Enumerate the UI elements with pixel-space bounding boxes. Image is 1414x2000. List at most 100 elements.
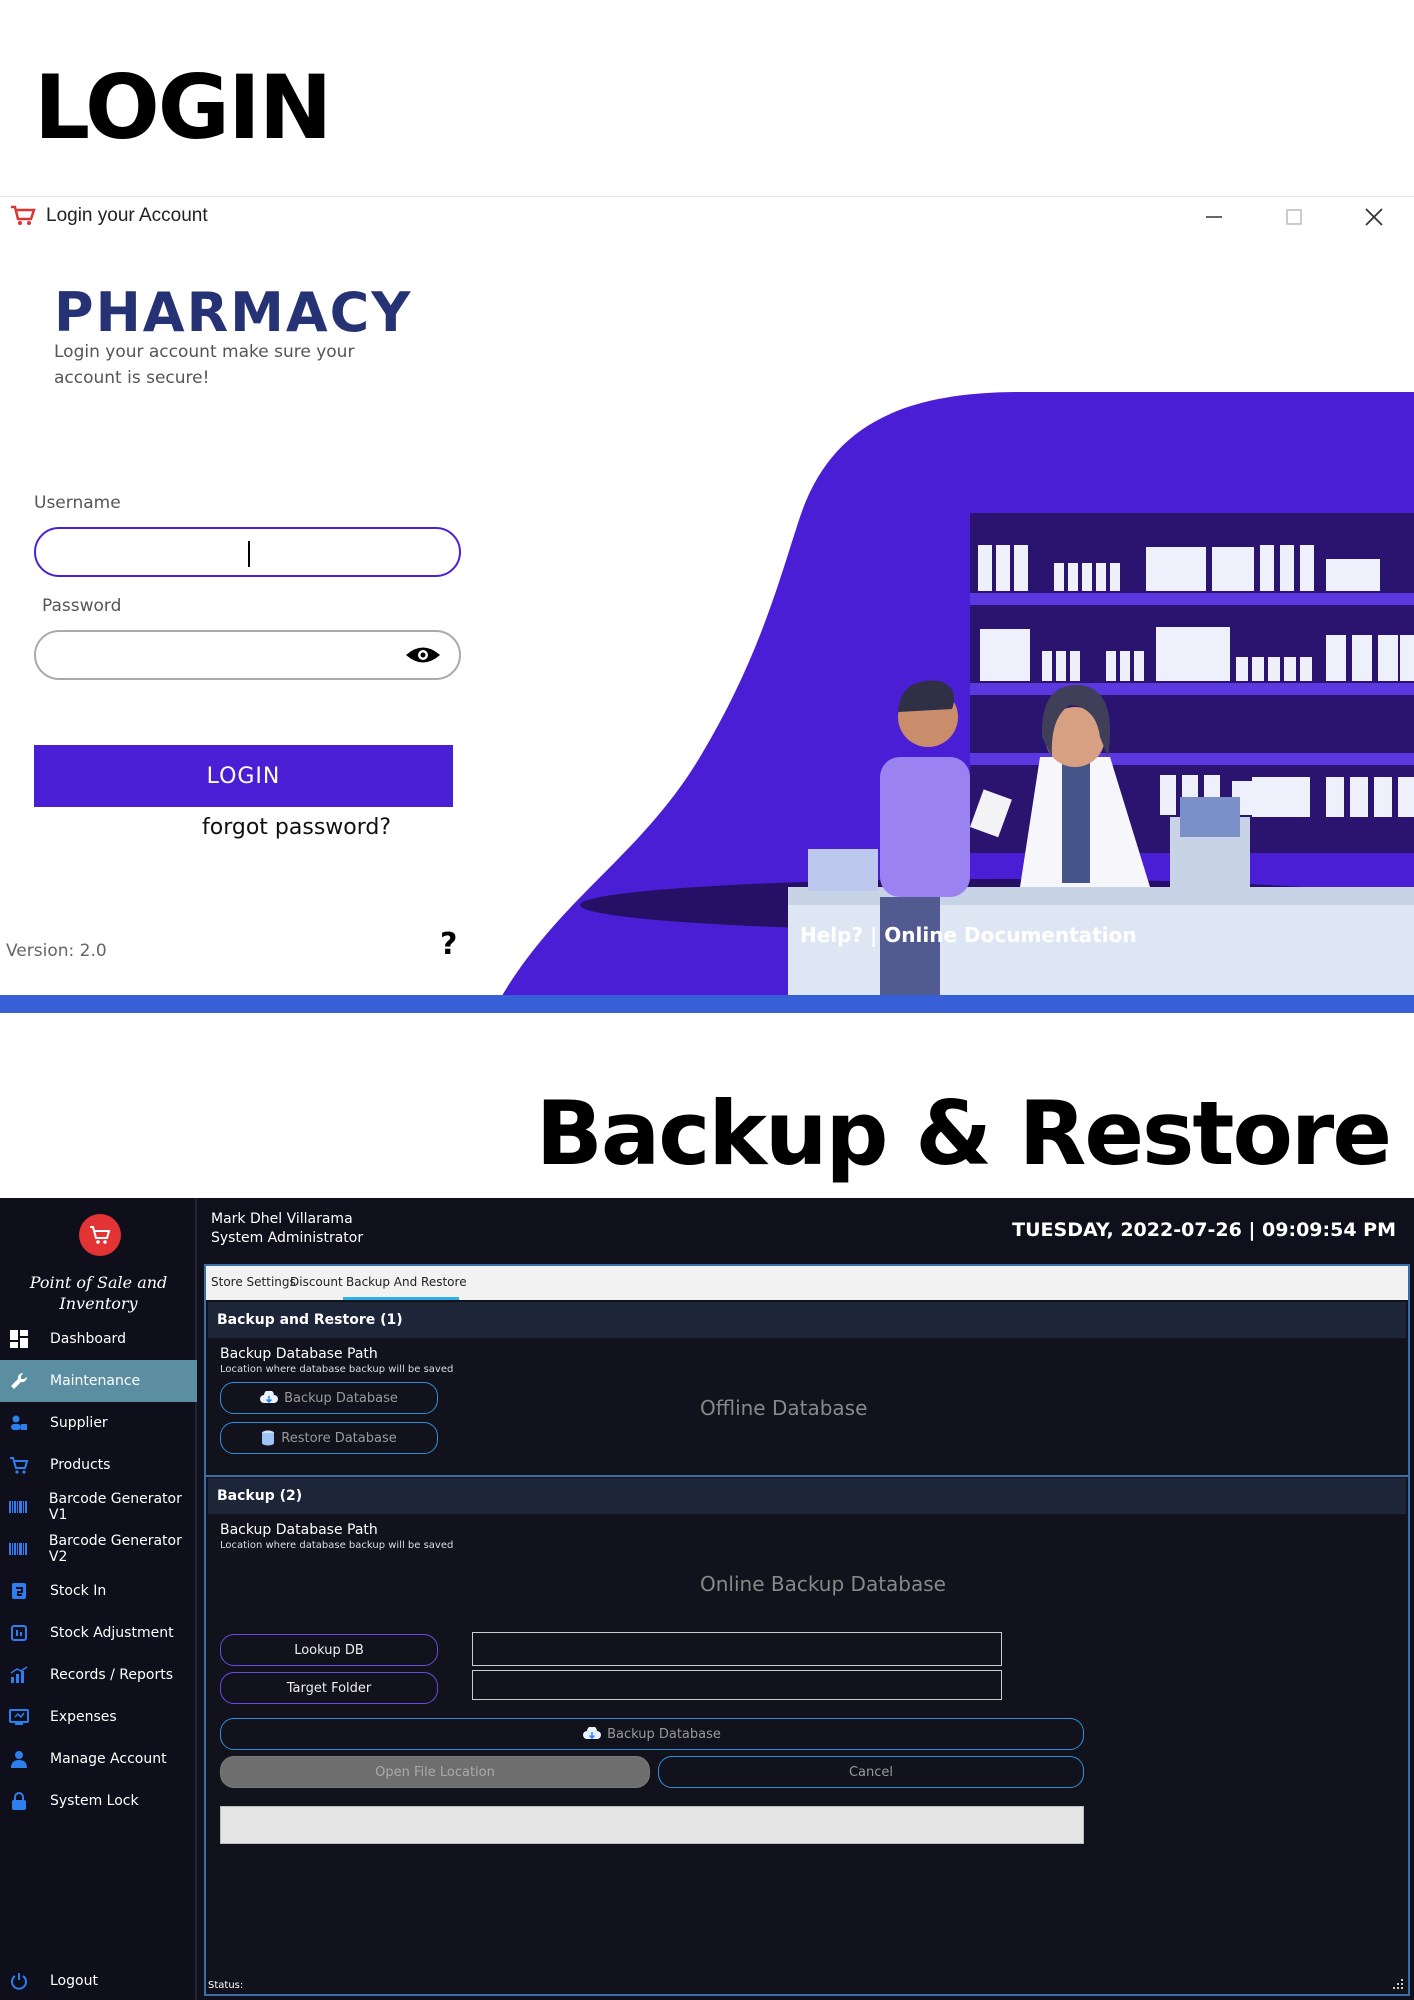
section-backup-2-header: Backup (2) bbox=[208, 1478, 1406, 1514]
sidebar-item-logout[interactable]: Logout bbox=[0, 1960, 197, 2000]
sidebar-item-label: Stock In bbox=[50, 1583, 107, 1599]
tab-store-settings[interactable]: Store Settings bbox=[211, 1275, 296, 1289]
sidebar-item-supplier[interactable]: Supplier bbox=[0, 1402, 197, 1444]
login-heading: LOGIN bbox=[34, 56, 332, 159]
barcode-icon bbox=[8, 1496, 29, 1518]
backup-path-subtitle: Location where database backup will be s… bbox=[220, 1540, 454, 1551]
minimize-button[interactable] bbox=[1174, 197, 1254, 237]
cloud-icon bbox=[583, 1727, 602, 1740]
sidebar-item-label: Expenses bbox=[50, 1709, 117, 1725]
tab-discount[interactable]: Discount bbox=[290, 1275, 343, 1289]
sidebar-item-label: Maintenance bbox=[50, 1373, 141, 1389]
barcode-icon bbox=[8, 1538, 29, 1560]
date-time-clock: TUESDAY, 2022-07-26 | 09:09:54 PM bbox=[1012, 1219, 1396, 1241]
resize-grip-icon[interactable] bbox=[1392, 1978, 1404, 1990]
section-backup-restore-1-header: Backup and Restore (1) bbox=[208, 1302, 1406, 1338]
sidebar-item-records-reports[interactable]: Records / Reports bbox=[0, 1654, 197, 1696]
active-tab-indicator bbox=[343, 1297, 459, 1300]
backup-progress-bar bbox=[220, 1806, 1084, 1844]
sidebar-item-label: Supplier bbox=[50, 1415, 108, 1431]
sidebar-item-maintenance[interactable]: Maintenance bbox=[0, 1360, 197, 1402]
minimize-icon bbox=[1206, 216, 1222, 218]
backup-database-label: Backup Database bbox=[607, 1726, 721, 1742]
sidebar-item-dashboard[interactable]: Dashboard bbox=[0, 1318, 197, 1360]
sidebar-item-stock-in[interactable]: Stock In bbox=[0, 1570, 197, 1612]
backup-database-button[interactable]: Backup Database bbox=[220, 1382, 438, 1414]
sidebar-item-label: Manage Account bbox=[50, 1751, 167, 1767]
version-label: Version: 2.0 bbox=[6, 941, 107, 961]
sidebar-item-expenses[interactable]: Expenses bbox=[0, 1696, 197, 1738]
supplier-icon bbox=[8, 1412, 30, 1434]
database-icon bbox=[262, 1430, 275, 1446]
forgot-password-link[interactable]: forgot password? bbox=[202, 815, 391, 840]
chart-icon bbox=[8, 1664, 30, 1686]
user-role: System Administrator bbox=[211, 1230, 364, 1246]
backup-database-online-button[interactable]: Backup Database bbox=[220, 1718, 1084, 1750]
maximize-button[interactable] bbox=[1254, 197, 1334, 237]
sidebar: Point of Sale and Inventory Dashboard Mai… bbox=[0, 1198, 197, 2000]
cart-icon bbox=[90, 1226, 111, 1244]
sidebar-item-barcode-generator-v2[interactable]: Barcode Generator V2 bbox=[0, 1528, 197, 1570]
cancel-button[interactable]: Cancel bbox=[658, 1756, 1084, 1788]
backup-restore-heading: Backup & Restore bbox=[535, 1082, 1392, 1185]
app-name: Point of Sale and Inventory bbox=[0, 1272, 197, 1314]
sidebar-item-stock-adjustment[interactable]: Stock Adjustment bbox=[0, 1612, 197, 1654]
user-icon bbox=[8, 1748, 30, 1770]
backup-path-subtitle: Location where database backup will be s… bbox=[220, 1364, 454, 1375]
stock-in-icon bbox=[8, 1580, 30, 1602]
sidebar-item-manage-account[interactable]: Manage Account bbox=[0, 1738, 197, 1780]
window-titlebar: Login your Account bbox=[0, 197, 1414, 237]
window-bottom-bar bbox=[0, 995, 1414, 1013]
sidebar-item-label: Barcode Generator V2 bbox=[48, 1533, 182, 1565]
stock-adjustment-icon bbox=[8, 1622, 30, 1644]
login-button[interactable]: LOGIN bbox=[34, 745, 453, 807]
restore-database-button[interactable]: Restore Database bbox=[220, 1422, 438, 1454]
sidebar-item-products[interactable]: Products bbox=[0, 1444, 197, 1486]
sidebar-item-label: Products bbox=[50, 1457, 111, 1473]
login-window: Login your Account PHARMACY Login your a… bbox=[0, 196, 1414, 1013]
section-divider bbox=[206, 1475, 1408, 1477]
sidebar-item-label: Logout bbox=[50, 1973, 98, 1989]
cloud-icon bbox=[260, 1391, 279, 1404]
lookup-db-path-field[interactable] bbox=[472, 1632, 1002, 1666]
username-input[interactable] bbox=[34, 527, 461, 577]
eye-icon[interactable] bbox=[404, 644, 442, 666]
close-button[interactable] bbox=[1334, 197, 1414, 237]
tab-backup-and-restore[interactable]: Backup And Restore bbox=[346, 1275, 467, 1289]
password-input[interactable] bbox=[34, 630, 461, 680]
lookup-db-button[interactable]: Lookup DB bbox=[220, 1634, 438, 1666]
sidebar-item-barcode-generator-v1[interactable]: Barcode Generator V1 bbox=[0, 1486, 197, 1528]
sidebar-item-system-lock[interactable]: System Lock bbox=[0, 1780, 197, 1822]
help-icon[interactable]: ? bbox=[440, 927, 457, 962]
cart-icon bbox=[8, 1454, 30, 1476]
lock-icon bbox=[8, 1790, 30, 1812]
help-documentation-link[interactable]: Help? | Online Documentation bbox=[800, 923, 1137, 947]
app-name-line1: Point of Sale and bbox=[29, 1273, 168, 1292]
password-label: Password bbox=[42, 596, 122, 616]
tab-strip: Store Settings Discount Backup And Resto… bbox=[206, 1266, 1408, 1300]
offline-database-label: Offline Database bbox=[700, 1396, 868, 1420]
online-backup-database-label: Online Backup Database bbox=[700, 1572, 946, 1596]
target-folder-button[interactable]: Target Folder bbox=[220, 1672, 438, 1704]
brand-subtitle: Login your account make sure your accoun… bbox=[54, 342, 355, 388]
expenses-icon bbox=[8, 1706, 30, 1728]
backup-path-title: Backup Database Path bbox=[220, 1346, 378, 1362]
user-name: Mark Dhel Villarama bbox=[211, 1211, 353, 1227]
target-folder-path-field[interactable] bbox=[472, 1670, 1002, 1700]
dashboard-icon bbox=[8, 1328, 30, 1350]
backup-path-title: Backup Database Path bbox=[220, 1522, 378, 1538]
power-icon bbox=[8, 1970, 30, 1992]
sidebar-item-label: System Lock bbox=[50, 1793, 139, 1809]
window-title: Login your Account bbox=[46, 205, 208, 226]
restore-database-label: Restore Database bbox=[281, 1430, 397, 1446]
status-label: Status: bbox=[208, 1980, 244, 1991]
close-icon bbox=[1365, 208, 1383, 226]
sidebar-item-label: Barcode Generator V1 bbox=[48, 1491, 182, 1523]
brand-title: PHARMACY bbox=[54, 281, 413, 344]
pos-window: Point of Sale and Inventory Dashboard Mai… bbox=[0, 1198, 1414, 2000]
sidebar-item-label: Stock Adjustment bbox=[50, 1625, 174, 1641]
backup-database-label: Backup Database bbox=[284, 1390, 398, 1406]
sidebar-item-label: Records / Reports bbox=[50, 1667, 173, 1683]
open-file-location-button[interactable]: Open File Location bbox=[220, 1756, 650, 1788]
content-panel: Store Settings Discount Backup And Resto… bbox=[204, 1264, 1410, 1996]
